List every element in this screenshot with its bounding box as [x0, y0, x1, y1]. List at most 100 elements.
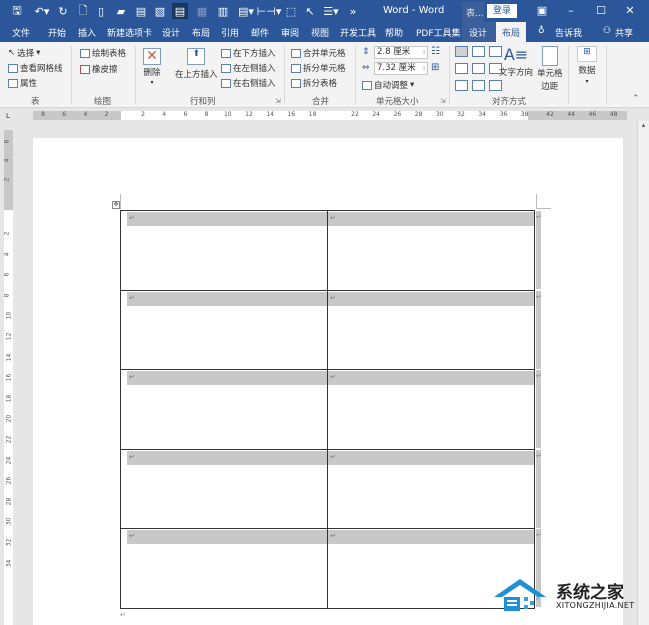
align-bottom-right-icon[interactable]: [489, 80, 502, 91]
tab-review[interactable]: 审阅: [281, 26, 299, 39]
table-cell[interactable]: ↵: [327, 210, 535, 291]
minimize-icon[interactable]: –: [561, 4, 581, 17]
maximize-icon[interactable]: ☐: [591, 4, 611, 17]
insert-left-button[interactable]: 在左侧插入: [221, 62, 276, 74]
align-bottom-left-icon[interactable]: [455, 80, 468, 91]
end-of-row-paragraph-mark: ↵: [536, 292, 542, 301]
paste-special-icon[interactable]: ▤▾: [236, 3, 256, 19]
dialog-launcher-icon[interactable]: ⇲: [440, 97, 446, 105]
tab-selector[interactable]: L: [6, 112, 10, 120]
view-gridlines-button[interactable]: 查看网格线: [8, 62, 63, 74]
horizontal-ruler[interactable]: 8 6 4 2 2 4 6 8 10 12 14 16 18 22 24 26 28 30 32 34 36 38 42 44…: [33, 111, 627, 120]
delete-button[interactable]: ✕ 删除 ▾: [143, 48, 161, 86]
vertical-ruler[interactable]: 6 4 2 2 4 6 8 10 12 14 16 18 20 22 24 26 28 30 32 34: [3, 130, 13, 625]
split-table-button[interactable]: 拆分表格: [291, 77, 337, 89]
spinner-icon[interactable]: ⁝: [423, 47, 425, 58]
select-object-icon[interactable]: ⬚: [284, 3, 298, 19]
cell-paragraph-highlight: ↵: [328, 530, 534, 544]
text-direction-button[interactable]: A≡ 文字方向: [499, 46, 533, 79]
select-button[interactable]: ↖ 选择 ▾: [8, 47, 40, 59]
eraser-button[interactable]: 橡皮擦: [80, 63, 118, 75]
ruler-tick: 38: [520, 111, 529, 118]
table-cell[interactable]: ↵: [327, 448, 535, 529]
table-cell[interactable]: ↵: [120, 289, 328, 370]
tab-home[interactable]: 开始: [48, 26, 66, 39]
cell-paragraph-highlight: ↵: [127, 371, 327, 385]
merge-cells-button[interactable]: 合并单元格: [291, 47, 346, 59]
open-icon[interactable]: ▰: [114, 3, 128, 19]
collapse-ribbon-icon[interactable]: ⌃: [632, 94, 640, 104]
scroll-up-icon[interactable]: ▴: [638, 121, 649, 133]
draw-table-button[interactable]: 绘制表格: [80, 47, 126, 59]
cell-paragraph-highlight: ↵: [328, 291, 534, 306]
screenshot-icon[interactable]: ▧: [153, 3, 167, 19]
undo-icon[interactable]: ↶▾: [32, 3, 52, 19]
end-of-row-paragraph-mark: ↵: [536, 531, 542, 539]
tab-new[interactable]: 新建选项卡: [107, 26, 152, 39]
insert-above-button[interactable]: ⬆ 在上方插入: [175, 48, 218, 80]
align-middle-center-icon[interactable]: [472, 63, 485, 74]
distribute-icon[interactable]: ⊢⊣▾: [257, 3, 282, 19]
insert-right-button[interactable]: 在右侧插入: [221, 77, 276, 89]
table-cell[interactable]: ↵: [120, 369, 328, 450]
tab-references[interactable]: 引用: [221, 26, 239, 39]
table-cell[interactable]: ↵: [120, 448, 328, 529]
redo-icon[interactable]: ↻: [56, 3, 70, 19]
login-button[interactable]: 登录: [487, 4, 517, 18]
new-doc-icon[interactable]: ▯: [94, 3, 108, 19]
align-middle-left-icon[interactable]: [455, 63, 468, 74]
spinner-icon[interactable]: ⁝: [423, 63, 425, 74]
align-top-center-icon[interactable]: [472, 46, 485, 57]
align-top-left-icon[interactable]: [455, 46, 468, 57]
tab-layout[interactable]: 布局: [192, 26, 210, 39]
align-bottom-center-icon[interactable]: [472, 80, 485, 91]
tab-developer[interactable]: 开发工具: [340, 26, 376, 39]
table-move-handle-icon[interactable]: ✥: [112, 201, 120, 209]
distribute-columns-icon[interactable]: ⊞: [431, 62, 439, 73]
vertical-scrollbar[interactable]: ▴: [637, 121, 649, 625]
print-preview-icon[interactable]: 🗋: [76, 3, 90, 19]
tab-table-design[interactable]: 设计: [462, 22, 496, 42]
cell-margins-button[interactable]: 单元格 边距: [537, 46, 563, 92]
distribute-rows-icon[interactable]: ☷: [431, 46, 440, 57]
tab-design[interactable]: 设计: [162, 26, 180, 39]
reading-view-icon[interactable]: ▤: [172, 3, 188, 19]
tab-pdf-tools[interactable]: PDF工具集: [416, 26, 461, 39]
paste-icon[interactable]: ▤: [134, 3, 148, 19]
tab-file[interactable]: 文件: [12, 26, 30, 39]
table-cell[interactable]: ↵: [120, 528, 328, 609]
insert-right-icon: [221, 78, 231, 88]
tab-view[interactable]: 视图: [311, 26, 329, 39]
column-width-input[interactable]: 7.32 厘米 ⁝: [374, 62, 428, 75]
data-button[interactable]: ⊞ 数据 ▾: [576, 46, 598, 85]
tab-help[interactable]: 帮助: [385, 26, 403, 39]
insert-above-icon: ⬆: [187, 48, 206, 65]
group-separator: [606, 46, 607, 104]
dialog-launcher-icon[interactable]: ⇲: [275, 97, 281, 105]
split-cells-button[interactable]: 拆分单元格: [291, 62, 346, 74]
share-button[interactable]: 共享: [615, 26, 633, 39]
tab-table-layout[interactable]: 布局: [496, 22, 527, 42]
tab-mailings[interactable]: 邮件: [251, 26, 269, 39]
pointer-icon[interactable]: ↖: [304, 3, 316, 19]
watermark-title: 系统之家: [556, 583, 624, 603]
table-cell[interactable]: ↵: [327, 369, 535, 450]
list-icon[interactable]: ☰▾: [322, 3, 340, 19]
row-height-input[interactable]: 2.8 厘米 ⁝: [374, 46, 428, 59]
tell-me-input[interactable]: 告诉我: [555, 26, 582, 39]
ribbon: ↖ 选择 ▾ 查看网格线 属性 表 绘制表格 橡皮擦 绘图 ✕ 删除 ▾ ⬆ 在上方…: [0, 42, 649, 108]
columns-icon[interactable]: ▥: [216, 3, 230, 19]
ruler-tick: 6: [183, 111, 188, 118]
table-cell[interactable]: ↵: [327, 289, 535, 370]
properties-button[interactable]: 属性: [8, 77, 37, 89]
autofit-button[interactable]: 自动调整 ▾: [362, 79, 414, 91]
watermark-logo-icon: [494, 579, 546, 611]
table-cell[interactable]: ↵: [120, 210, 328, 291]
paragraph-mark: ↵: [120, 611, 126, 619]
tab-insert[interactable]: 插入: [78, 26, 96, 39]
close-icon[interactable]: ✕: [620, 4, 640, 17]
ribbon-display-icon[interactable]: ▣: [532, 4, 552, 17]
more-icon[interactable]: »: [348, 3, 358, 19]
save-icon[interactable]: 🖫: [10, 3, 24, 19]
insert-below-button[interactable]: 在下方插入: [221, 47, 276, 59]
